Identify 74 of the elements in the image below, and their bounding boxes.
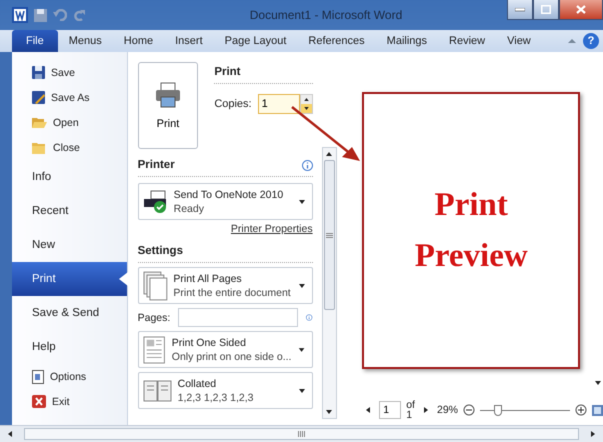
section-heading: Settings: [138, 245, 183, 257]
pages-label: Pages:: [138, 312, 170, 324]
info-icon[interactable]: [302, 160, 313, 170]
floppy-pencil-icon: [32, 91, 45, 104]
folder-icon: [32, 141, 47, 154]
close-icon: [32, 395, 46, 408]
pages-icon: [142, 270, 168, 300]
ribbon-tab[interactable]: Page Layout: [214, 30, 298, 52]
menu-item[interactable]: Save: [12, 60, 127, 85]
pages-field[interactable]: [178, 308, 298, 327]
printer-ready-icon: [142, 190, 169, 214]
menu-item[interactable]: New: [12, 228, 127, 262]
zoom-out-icon[interactable]: [463, 404, 475, 416]
settings-dropdown[interactable]: Collated 1,2,3 1,2,3 1,2,3: [138, 372, 313, 409]
ribbon-tab[interactable]: File: [12, 30, 58, 52]
help-button[interactable]: ?: [583, 33, 599, 49]
preview-caption: Print: [434, 186, 508, 224]
grip-icon: [298, 431, 305, 437]
save-icon[interactable]: [34, 8, 47, 22]
ribbon-tab[interactable]: Insert: [164, 30, 214, 52]
print-button[interactable]: Print: [138, 62, 198, 149]
copies-field[interactable]: 1: [258, 94, 300, 114]
page-total: 1: [406, 410, 414, 420]
zoom-to-page-icon[interactable]: [592, 404, 603, 416]
window-title: Document1 - Microsoft Word: [248, 8, 404, 22]
section-heading: Printer: [138, 159, 175, 171]
grip-icon: [326, 232, 333, 238]
document-icon: [32, 370, 44, 384]
menu-item[interactable]: Close: [12, 135, 127, 160]
collated-pages-icon: [142, 378, 173, 404]
of-label: of: [406, 400, 415, 410]
collapse-ribbon-icon[interactable]: [567, 37, 577, 45]
ribbon-tab[interactable]: Home: [112, 30, 164, 52]
settings-dropdown[interactable]: Print All Pages Print the entire document: [138, 267, 313, 304]
ribbon-tab[interactable]: Mailings: [376, 30, 438, 52]
printer-properties-link[interactable]: Printer Properties: [230, 223, 313, 235]
close-icon: [576, 5, 586, 14]
ribbon-tab[interactable]: References: [297, 30, 376, 52]
annotation-arrow: [290, 105, 362, 163]
zoom-slider-thumb[interactable]: [494, 404, 502, 416]
printer-dropdown[interactable]: Send To OneNote 2010 Ready: [138, 183, 313, 220]
menu-item[interactable]: Print: [12, 262, 127, 296]
page-layout-icon: [142, 334, 167, 364]
open-folder-icon: [32, 116, 47, 129]
info-icon[interactable]: [306, 312, 313, 323]
printer-icon: [154, 82, 181, 108]
maximize-button[interactable]: [533, 0, 559, 20]
page-number-field[interactable]: 1: [379, 401, 402, 419]
close-button[interactable]: [559, 0, 603, 20]
menu-item[interactable]: Exit: [12, 389, 127, 414]
scroll-thumb[interactable]: [24, 428, 579, 440]
zoom-percent: 29%: [436, 404, 458, 416]
menu-item[interactable]: Save As: [12, 85, 127, 110]
word-logo-icon[interactable]: [12, 7, 28, 23]
menu-item[interactable]: Info: [12, 160, 127, 194]
preview-caption: Preview: [414, 238, 528, 274]
settings-dropdown[interactable]: Print One Sided Only print on one side o...: [138, 331, 313, 368]
scroll-thumb[interactable]: [324, 160, 335, 310]
menu-item[interactable]: Save & Send: [12, 296, 127, 330]
zoom-in-icon[interactable]: [575, 404, 587, 416]
minimize-icon: [515, 8, 525, 12]
maximize-icon: [541, 5, 551, 14]
menu-item[interactable]: Open: [12, 110, 127, 135]
ribbon-tab[interactable]: View: [496, 30, 542, 52]
ribbon-tab[interactable]: Review: [438, 30, 496, 52]
menu-item[interactable]: Recent: [12, 194, 127, 228]
minimize-button[interactable]: [507, 0, 533, 20]
ribbon-tab[interactable]: Menus: [58, 30, 113, 52]
section-heading: Print: [214, 66, 313, 84]
copies-label: Copies:: [214, 98, 252, 110]
horizontal-scrollbar[interactable]: [0, 425, 603, 442]
menu-item[interactable]: Options: [12, 364, 127, 389]
menu-item[interactable]: Help: [12, 330, 127, 364]
vertical-scrollbar[interactable]: [322, 147, 337, 419]
